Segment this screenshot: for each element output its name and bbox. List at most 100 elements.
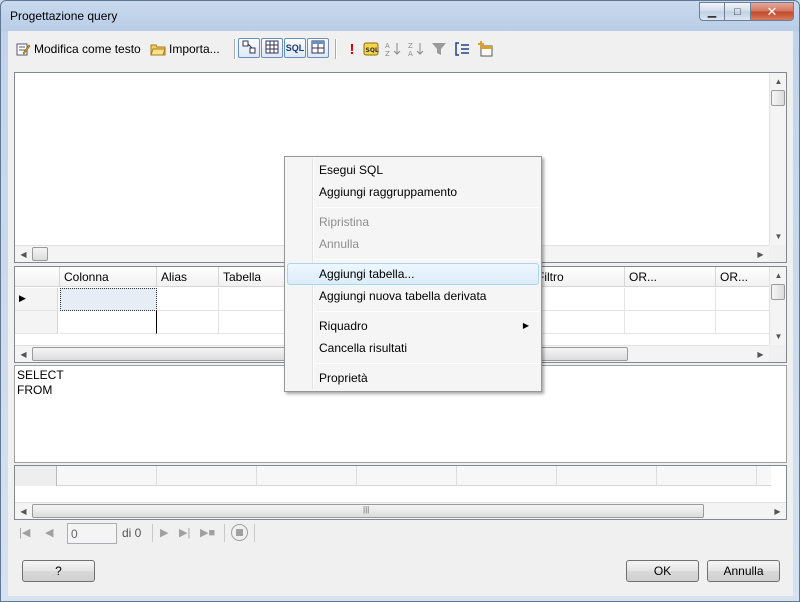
scroll-thumb[interactable]	[32, 247, 48, 261]
import-label: Importa...	[169, 42, 220, 56]
results-header-row	[15, 466, 771, 486]
results-column-header[interactable]	[57, 466, 157, 486]
results-horizontal-scrollbar[interactable]: ◀ ||| ▶	[15, 502, 786, 519]
grid-cell[interactable]	[60, 311, 157, 334]
last-record-icon[interactable]: ▶|	[179, 526, 190, 539]
add-table-icon	[477, 41, 493, 57]
minimize-button[interactable]: ▁	[699, 2, 725, 21]
scroll-thumb[interactable]: |||	[32, 504, 704, 518]
cancel-button[interactable]: Annulla	[707, 560, 780, 582]
next-record-icon[interactable]: ▶	[160, 526, 168, 539]
menu-item-aggiungi-nuova-tabella-derivata[interactable]: Aggiungi nuova tabella derivata	[287, 285, 539, 307]
scroll-up-icon[interactable]: ▲	[770, 267, 787, 284]
window-controls: ▁ □ ✕	[699, 2, 794, 21]
sort-descending-button[interactable]: ZA	[408, 39, 427, 59]
scroll-corner	[769, 245, 786, 262]
grid-cell[interactable]	[533, 311, 625, 334]
stop-icon[interactable]	[231, 524, 248, 541]
menu-item-annulla[interactable]: Annulla	[287, 233, 539, 255]
menu-item-cancella-risultati[interactable]: Cancella risultati	[287, 337, 539, 359]
menu-item-aggiungi-tabella[interactable]: Aggiungi tabella...	[287, 263, 539, 285]
add-table-button[interactable]	[477, 39, 496, 59]
results-pane[interactable]: ◀ ||| ▶	[14, 465, 787, 520]
scroll-right-icon[interactable]: ▶	[752, 246, 769, 263]
submenu-arrow-icon: ▶	[522, 321, 529, 330]
grid-cell[interactable]	[533, 288, 625, 311]
run-button[interactable]: !	[344, 39, 363, 59]
sql-text[interactable]: SELECT FROM	[17, 368, 64, 398]
window-title: Progettazione query	[10, 9, 118, 23]
sort-desc-icon: ZA	[408, 41, 424, 57]
diagram-pane-icon	[242, 40, 256, 56]
title-bar[interactable]: Progettazione query ▁ □ ✕	[1, 1, 799, 31]
menu-item-ripristina[interactable]: Ripristina	[287, 211, 539, 233]
column-header-alias[interactable]: Alias	[157, 267, 219, 287]
filter-button[interactable]	[431, 39, 450, 59]
scroll-thumb[interactable]	[771, 284, 785, 300]
row-header-current[interactable]: ▶	[15, 288, 58, 311]
scroll-grip-icon: |||	[363, 505, 370, 514]
scroll-left-icon[interactable]: ◀	[15, 246, 32, 263]
previous-record-icon[interactable]: ◀	[45, 526, 53, 539]
close-button[interactable]: ✕	[751, 2, 794, 21]
scroll-left-icon[interactable]: ◀	[15, 346, 32, 363]
ok-button[interactable]: OK	[626, 560, 699, 582]
scroll-right-icon[interactable]: ▶	[752, 346, 769, 363]
results-column-header[interactable]	[457, 466, 557, 486]
svg-text:A: A	[385, 42, 390, 50]
menu-item-riquadro[interactable]: Riquadro ▶	[287, 315, 539, 337]
grid-cell[interactable]	[157, 288, 219, 311]
column-header-filtro[interactable]: Filtro	[533, 267, 625, 287]
import-button[interactable]: Importa...	[150, 39, 220, 59]
scroll-down-icon[interactable]: ▼	[770, 228, 787, 245]
sort-ascending-button[interactable]: AZ	[385, 39, 404, 59]
sql-pane-toggle[interactable]: SQL	[284, 38, 306, 58]
record-number-input[interactable]	[67, 523, 117, 544]
grid-cell[interactable]	[625, 311, 716, 334]
edit-as-text-button[interactable]: Modifica come testo	[15, 39, 141, 59]
grid-cell[interactable]	[716, 311, 771, 334]
run-icon: !	[349, 40, 355, 58]
scroll-right-icon[interactable]: ▶	[769, 503, 786, 520]
row-header[interactable]	[15, 311, 58, 334]
group-by-button[interactable]	[454, 39, 473, 59]
diagram-vertical-scrollbar[interactable]: ▲ ▼	[769, 73, 786, 245]
scroll-down-icon[interactable]: ▼	[770, 328, 787, 345]
record-count-label: di 0	[122, 526, 142, 540]
menu-item-esegui-sql[interactable]: Esegui SQL	[287, 159, 539, 181]
scroll-up-icon[interactable]: ▲	[770, 73, 787, 90]
menu-item-proprieta[interactable]: Proprietà	[287, 367, 539, 389]
results-column-header[interactable]	[657, 466, 757, 486]
svg-text:Z: Z	[385, 50, 390, 57]
first-record-icon[interactable]: |◀	[19, 526, 30, 539]
results-column-header[interactable]	[357, 466, 457, 486]
menu-item-aggiungi-raggruppamento[interactable]: Aggiungi raggruppamento	[287, 181, 539, 203]
grid-cell[interactable]	[157, 311, 219, 334]
nav-separator	[254, 524, 255, 542]
grid-cell[interactable]	[716, 288, 771, 311]
diagram-pane-toggle[interactable]	[238, 38, 260, 58]
results-pane-toggle[interactable]	[307, 38, 329, 58]
scroll-left-icon[interactable]: ◀	[15, 503, 32, 520]
grid-cell[interactable]	[625, 288, 716, 311]
minimize-icon: ▁	[707, 6, 717, 18]
column-header-colonna[interactable]: Colonna	[60, 267, 157, 287]
help-button[interactable]: ?	[22, 560, 95, 582]
scroll-thumb[interactable]	[771, 90, 785, 106]
grid-vertical-scrollbar[interactable]: ▲ ▼	[769, 267, 786, 345]
verify-sql-button[interactable]: SQL	[363, 39, 382, 59]
maximize-button[interactable]: □	[725, 2, 751, 21]
verify-sql-icon: SQL	[363, 41, 379, 57]
results-column-header[interactable]	[557, 466, 657, 486]
grid-pane-toggle[interactable]	[261, 38, 283, 58]
grid-cell-selected[interactable]	[60, 288, 157, 311]
grid-pane-icon	[265, 40, 279, 56]
column-header-or-1[interactable]: OR...	[625, 267, 716, 287]
results-column-header[interactable]	[257, 466, 357, 486]
column-header-or-2[interactable]: OR...	[716, 267, 771, 287]
sql-line-select: SELECT	[17, 368, 64, 382]
results-column-header[interactable]	[157, 466, 257, 486]
menu-separator	[315, 311, 539, 312]
maximize-icon: □	[734, 5, 741, 18]
new-record-icon[interactable]: ▶■	[200, 526, 215, 539]
